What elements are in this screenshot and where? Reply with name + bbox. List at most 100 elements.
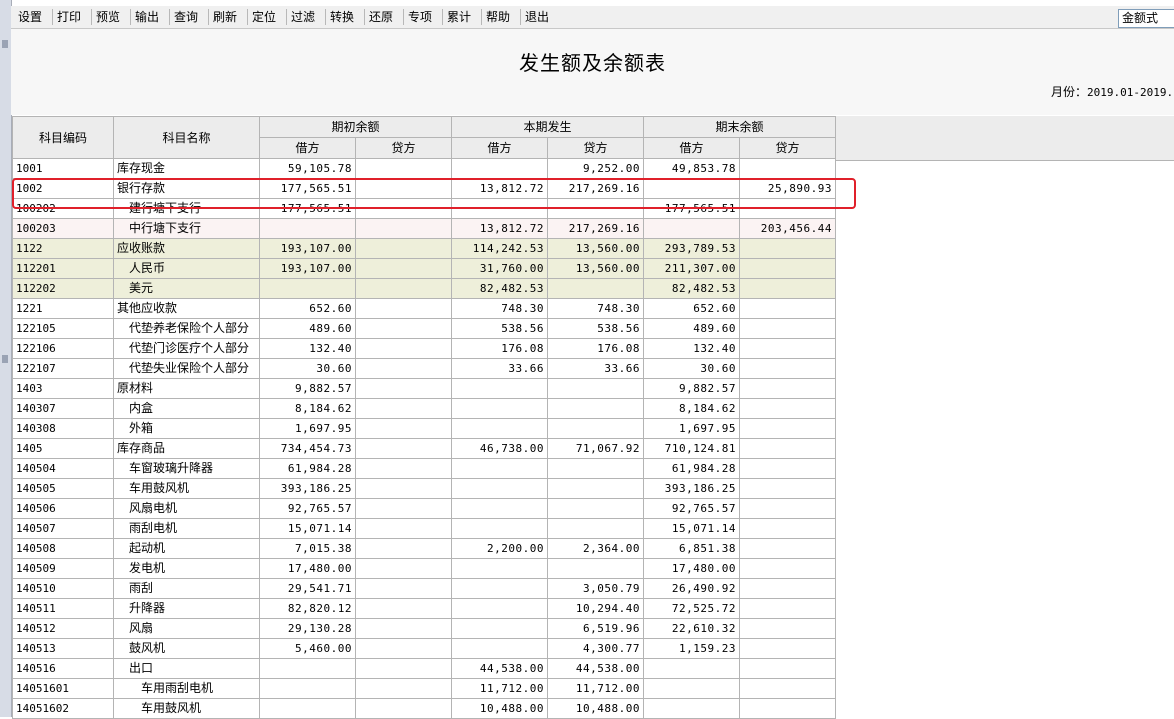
- cell-name: 库存现金: [113, 158, 260, 179]
- table-row[interactable]: 112201 人民币 193,107.00 31,760.00 13,560.00 211…: [12, 258, 836, 279]
- cell-current-debit: [451, 598, 548, 619]
- cell-closing-credit: [739, 278, 836, 299]
- table-row[interactable]: 140509 发电机 17,480.00 17,480.00: [12, 558, 836, 579]
- table-row[interactable]: 140308 外箱 1,697.95 1,697.95: [12, 418, 836, 439]
- toolbar-separator: [130, 9, 131, 25]
- toolbar-button[interactable]: 输出: [132, 8, 162, 26]
- cell-closing-debit: 61,984.28: [643, 458, 740, 479]
- cell-closing-debit: [643, 698, 740, 719]
- toolbar: 设置 打印 预览 输出 查询 刷新 定位 过滤 转换 还原 专项 累计 帮助 退出: [11, 6, 1174, 29]
- cell-name: 雨刮: [113, 578, 260, 599]
- col-header-opening-debit[interactable]: 借方: [259, 137, 356, 159]
- cell-closing-debit: [643, 178, 740, 199]
- table-row[interactable]: 140507 雨刮电机 15,071.14 15,071.14: [12, 518, 836, 539]
- table-row[interactable]: 1002 银行存款 177,565.51 13,812.72 217,269.16 25,…: [12, 178, 836, 199]
- toolbar-button[interactable]: 退出: [522, 8, 552, 26]
- table-row[interactable]: 1122 应收账款 193,107.00 114,242.53 13,560.00 293…: [12, 238, 836, 259]
- toolbar-separator: [403, 9, 404, 25]
- col-header-current-credit[interactable]: 贷方: [547, 137, 644, 159]
- cell-current-debit: 44,538.00: [451, 658, 548, 679]
- table-row[interactable]: 140511 升降器 82,820.12 10,294.40 72,525.72: [12, 598, 836, 619]
- cell-current-credit: 3,050.79: [547, 578, 644, 599]
- cell-current-credit: 538.56: [547, 318, 644, 339]
- cell-closing-debit: 15,071.14: [643, 518, 740, 539]
- cell-current-debit: 748.30: [451, 298, 548, 319]
- table-row[interactable]: 122105 代垫养老保险个人部分 489.60 538.56 538.56 489.60: [12, 318, 836, 339]
- table-row[interactable]: 100203 中行塘下支行 13,812.72 217,269.16 203,456.4…: [12, 218, 836, 239]
- cell-opening-debit: 5,460.00: [259, 638, 356, 659]
- cell-code: 140307: [12, 398, 114, 419]
- cell-current-debit: [451, 478, 548, 499]
- toolbar-separator: [169, 9, 170, 25]
- col-header-current-debit[interactable]: 借方: [451, 137, 548, 159]
- toolbar-button[interactable]: 预览: [93, 8, 123, 26]
- cell-opening-credit: [355, 538, 452, 559]
- toolbar-button[interactable]: 累计: [444, 8, 474, 26]
- cell-opening-credit: [355, 458, 452, 479]
- table-row[interactable]: 140505 车用鼓风机 393,186.25 393,186.25: [12, 478, 836, 499]
- period-value: 2019.01-2019.12: [1087, 86, 1174, 99]
- toolbar-button[interactable]: 打印: [54, 8, 84, 26]
- cell-closing-debit: [643, 218, 740, 239]
- table-row[interactable]: 1221 其他应收款 652.60 748.30 748.30 652.60: [12, 298, 836, 319]
- report-title: 发生额及余额表: [519, 51, 666, 75]
- cell-opening-debit: [259, 278, 356, 299]
- cell-current-debit: 46,738.00: [451, 438, 548, 459]
- toolbar-button[interactable]: 刷新: [210, 8, 240, 26]
- cell-code: 112202: [12, 278, 114, 299]
- col-header-code[interactable]: 科目编码: [12, 116, 114, 159]
- table-row[interactable]: 140510 雨刮 29,541.71 3,050.79 26,490.92: [12, 578, 836, 599]
- cell-closing-credit: [739, 518, 836, 539]
- table-row[interactable]: 122107 代垫失业保险个人部分 30.60 33.66 33.66 30.60: [12, 358, 836, 379]
- cell-opening-credit: [355, 558, 452, 579]
- format-select[interactable]: 金额式: [1118, 9, 1174, 28]
- cell-closing-credit: [739, 578, 836, 599]
- col-header-opening-credit[interactable]: 贷方: [355, 137, 452, 159]
- cell-closing-debit: 1,697.95: [643, 418, 740, 439]
- table-row[interactable]: 14051602 车用鼓风机 10,488.00 10,488.00: [12, 698, 836, 719]
- cell-opening-debit: 193,107.00: [259, 238, 356, 259]
- cell-current-credit: 71,067.92: [547, 438, 644, 459]
- table-row[interactable]: 140512 风扇 29,130.28 6,519.96 22,610.32: [12, 618, 836, 639]
- toolbar-separator: [91, 9, 92, 25]
- cell-closing-debit: 72,525.72: [643, 598, 740, 619]
- toolbar-button[interactable]: 设置: [15, 8, 45, 26]
- cell-current-debit: [451, 618, 548, 639]
- toolbar-button[interactable]: 转换: [327, 8, 357, 26]
- table-row[interactable]: 1403 原材料 9,882.57 9,882.57: [12, 378, 836, 399]
- toolbar-button[interactable]: 过滤: [288, 8, 318, 26]
- table-row[interactable]: 140516 出口 44,538.00 44,538.00: [12, 658, 836, 679]
- toolbar-button[interactable]: 专项: [405, 8, 435, 26]
- cell-closing-credit: [739, 238, 836, 259]
- table-row[interactable]: 100202 建行塘下支行 177,565.51 177,565.51: [12, 198, 836, 219]
- table-row[interactable]: 112202 美元 82,482.53 82,482.53: [12, 278, 836, 299]
- cell-closing-debit: 652.60: [643, 298, 740, 319]
- table-row[interactable]: 140504 车窗玻璃升降器 61,984.28 61,984.28: [12, 458, 836, 479]
- cell-current-credit: 748.30: [547, 298, 644, 319]
- col-header-closing-debit[interactable]: 借方: [643, 137, 740, 159]
- table-row[interactable]: 140506 风扇电机 92,765.57 92,765.57: [12, 498, 836, 519]
- cell-closing-credit: [739, 658, 836, 679]
- period-label: 月份：: [1051, 85, 1088, 99]
- cell-current-credit: [547, 398, 644, 419]
- table-row[interactable]: 140508 起动机 7,015.38 2,200.00 2,364.00 6,851.3…: [12, 538, 836, 559]
- cell-code: 140512: [12, 618, 114, 639]
- table-row[interactable]: 140513 鼓风机 5,460.00 4,300.77 1,159.23: [12, 638, 836, 659]
- table-row[interactable]: 122106 代垫门诊医疗个人部分 132.40 176.08 176.08 132.40: [12, 338, 836, 359]
- cell-current-credit: 9,252.00: [547, 158, 644, 179]
- table-row[interactable]: 1001 库存现金 59,105.78 9,252.00 49,853.78: [12, 158, 836, 179]
- toolbar-button[interactable]: 定位: [249, 8, 279, 26]
- toolbar-button[interactable]: 帮助: [483, 8, 513, 26]
- col-header-name[interactable]: 科目名称: [113, 116, 260, 159]
- col-header-closing-credit[interactable]: 贷方: [739, 137, 836, 159]
- cell-code: 140509: [12, 558, 114, 579]
- cell-closing-credit: [739, 478, 836, 499]
- toolbar-button[interactable]: 查询: [171, 8, 201, 26]
- table-row[interactable]: 140307 内盒 8,184.62 8,184.62: [12, 398, 836, 419]
- table-row[interactable]: 1405 库存商品 734,454.73 46,738.00 71,067.92 710,…: [12, 438, 836, 459]
- cell-closing-credit: [739, 158, 836, 179]
- toolbar-button[interactable]: 还原: [366, 8, 396, 26]
- table-row[interactable]: 14051601 车用雨刮电机 11,712.00 11,712.00: [12, 678, 836, 699]
- cell-name: 应收账款: [113, 238, 260, 259]
- cell-name: 原材料: [113, 378, 260, 399]
